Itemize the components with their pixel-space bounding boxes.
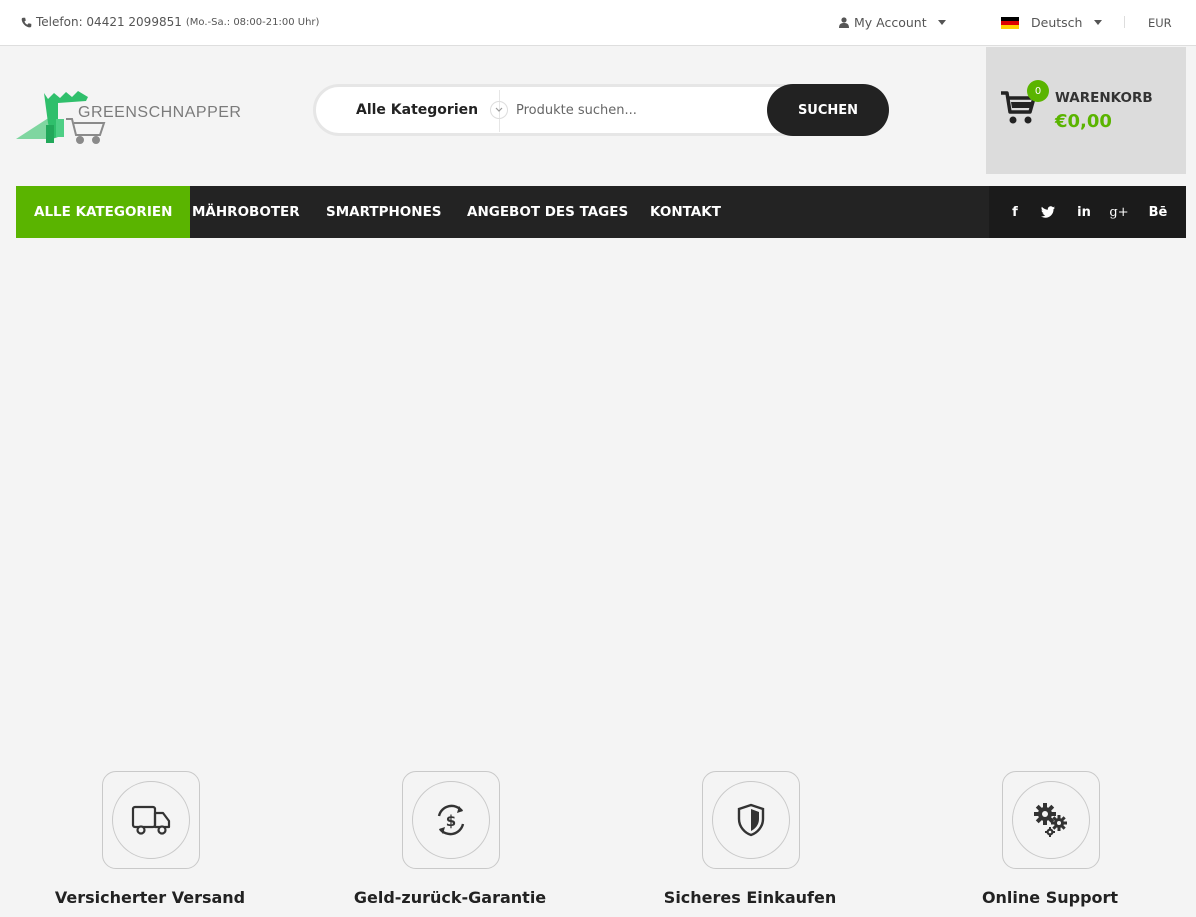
feature-icon-circle <box>712 781 790 859</box>
phone-icon <box>21 17 32 27</box>
nav-item-smartphones[interactable]: SMARTPHONES <box>326 186 442 238</box>
phone-hours: (Mo.-Sa.: 08:00-21:00 Uhr) <box>185 16 320 28</box>
feature-title: Geld-zurück-Garantie <box>353 888 547 907</box>
search-category-select[interactable]: Alle Kategorien <box>356 102 478 118</box>
german-flag-icon <box>1001 16 1019 29</box>
search-input[interactable] <box>516 97 761 123</box>
currency-label: EUR <box>1148 16 1172 30</box>
language-label: Deutsch <box>1031 15 1083 30</box>
logo-text: GREENSCHNAPPER <box>78 104 242 121</box>
my-account-dropdown[interactable]: My Account <box>839 15 946 30</box>
feature-icon-circle: $ <box>412 781 490 859</box>
feature-icon-circle <box>112 781 190 859</box>
svg-text:$: $ <box>446 812 456 830</box>
shield-icon <box>737 803 765 837</box>
cart-total: €0,00 <box>1055 111 1112 132</box>
user-icon <box>839 17 849 28</box>
facebook-icon[interactable]: f <box>1006 203 1024 221</box>
top-bar: Telefon: 04421 2099851 (Mo.-Sa.: 08:00-21… <box>0 0 1196 46</box>
gears-icon <box>1034 803 1067 837</box>
feature-icon-box <box>1002 771 1100 869</box>
nav-item-contact[interactable]: KONTAKT <box>650 186 721 238</box>
feature-title: Sicheres Einkaufen <box>663 888 837 907</box>
linkedin-icon[interactable]: in <box>1075 203 1093 221</box>
nav-item-deal-of-the-day[interactable]: ANGEBOT DES TAGES <box>467 186 628 238</box>
chevron-down-icon <box>937 20 946 25</box>
my-account-label: My Account <box>854 15 927 30</box>
money-back-icon: $ <box>437 804 465 836</box>
feature-icon-box <box>102 771 200 869</box>
cart-logo-icon <box>66 118 106 144</box>
feature-icon-circle <box>1012 781 1090 859</box>
feature-icon-box <box>702 771 800 869</box>
nav-item-all-categories[interactable]: ALLE KATEGORIEN <box>16 186 191 238</box>
currency-dropdown[interactable]: EUR <box>1148 16 1172 30</box>
nav-item-maehroboter[interactable]: MÄHROBOTER <box>192 186 300 238</box>
language-dropdown[interactable]: Deutsch <box>1001 15 1103 30</box>
phone-info: Telefon: 04421 2099851 (Mo.-Sa.: 08:00-21… <box>21 15 319 29</box>
feature-title: Versicherter Versand <box>54 888 246 907</box>
search-button[interactable]: SUCHEN <box>767 84 889 136</box>
search-bar: Alle Kategorien SUCHEN <box>313 84 889 136</box>
chevron-down-icon <box>1094 20 1103 25</box>
google-plus-icon[interactable]: g+ <box>1109 203 1128 221</box>
behance-icon[interactable]: Bē <box>1149 203 1168 221</box>
twitter-icon[interactable] <box>1039 203 1057 221</box>
feature-icon-box: $ <box>402 771 500 869</box>
truck-icon <box>131 805 171 835</box>
chevron-down-icon[interactable] <box>490 101 508 119</box>
phone-number: Telefon: 04421 2099851 <box>36 15 182 29</box>
cart-label: WARENKORB <box>1055 90 1153 106</box>
social-links: f in g+ Bē <box>989 186 1186 238</box>
feature-title: Online Support <box>981 888 1119 907</box>
cart-widget[interactable]: 0 WARENKORB €0,00 <box>986 47 1186 174</box>
main-navigation: ALLE KATEGORIEN MÄHROBOTER SMARTPHONES A… <box>16 186 1186 238</box>
cart-count-badge: 0 <box>1027 80 1049 102</box>
divider <box>1124 16 1125 28</box>
